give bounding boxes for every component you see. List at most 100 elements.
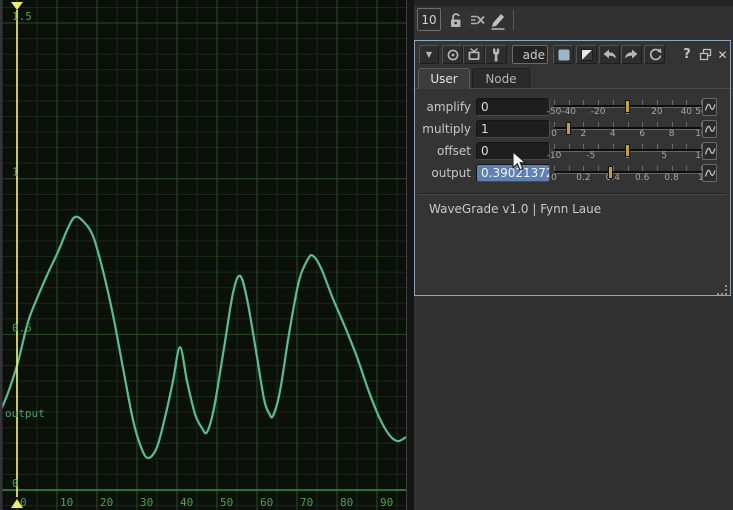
- slider-tick-label: 0.8: [664, 173, 678, 183]
- param-row-offset: offset 0 -10-50510: [415, 141, 732, 161]
- close-icon[interactable]: ✕: [715, 45, 730, 64]
- offset-slider[interactable]: -10-50510: [554, 141, 701, 161]
- svg-text:50: 50: [220, 496, 233, 509]
- slider-tick: [686, 100, 687, 105]
- node-name-field[interactable]: ade: [512, 45, 548, 64]
- revert-icon[interactable]: [644, 45, 665, 64]
- slider-tick: [657, 166, 658, 171]
- slider-tick: [554, 144, 555, 149]
- slider-tick-label: 5: [661, 151, 667, 161]
- slider-tick-label: 0: [551, 129, 557, 139]
- slider-tick: [613, 122, 614, 127]
- tab-node[interactable]: Node: [472, 68, 530, 89]
- svg-text:1.5: 1.5: [12, 10, 32, 23]
- slider-tick-label: -20: [591, 107, 606, 117]
- slider-handle[interactable]: [625, 100, 630, 113]
- slider-handle[interactable]: [566, 122, 571, 135]
- multiply-slider[interactable]: 0246810: [554, 119, 701, 139]
- svg-text:30: 30: [140, 496, 153, 509]
- param-label: output: [415, 163, 471, 183]
- slider-tick-label: 0.2: [576, 173, 590, 183]
- wrench-icon[interactable]: [485, 45, 507, 64]
- slider-tick: [686, 166, 687, 171]
- center-node-icon[interactable]: [442, 45, 463, 64]
- slider-tick-label: 40: [681, 107, 692, 117]
- slider-tick-label: 6: [639, 129, 645, 139]
- slider-tick: [657, 144, 658, 149]
- curve-editor-pane[interactable]: 00.511.50102030405060708090output: [0, 0, 407, 510]
- slider-tick: [642, 144, 643, 149]
- slider-tick: [642, 100, 643, 105]
- slider-tick: [598, 100, 599, 105]
- pane-splitter[interactable]: [407, 0, 414, 510]
- monitor-icon[interactable]: [463, 45, 485, 64]
- slider-tick: [583, 144, 584, 149]
- slider-tick-label: 4: [610, 129, 616, 139]
- slider-tick-label: 0.6: [635, 173, 649, 183]
- animation-curve-button[interactable]: [702, 120, 717, 138]
- svg-text:80: 80: [340, 496, 353, 509]
- graph-background: [0, 0, 406, 510]
- param-row-output: output 0.39021372 00.20.40.60.81: [415, 163, 732, 183]
- slider-tick: [569, 166, 570, 171]
- max-panels-field[interactable]: 10: [417, 8, 441, 31]
- param-row-amplify: amplify 0 -50-40-200204050: [415, 97, 732, 117]
- amplify-slider[interactable]: -50-40-200204050: [554, 97, 701, 117]
- redo-icon[interactable]: [621, 45, 642, 64]
- output-value-field[interactable]: 0.39021372: [476, 164, 550, 182]
- clear-panels-icon[interactable]: [468, 9, 488, 31]
- animation-curve-button[interactable]: [702, 98, 717, 116]
- svg-text:0.5: 0.5: [12, 321, 32, 334]
- slider-tick: [569, 100, 570, 105]
- curve-name-label: output: [5, 407, 45, 420]
- svg-text:20: 20: [100, 496, 113, 509]
- multiply-value-field[interactable]: 1: [476, 120, 550, 138]
- help-icon[interactable]: ?: [679, 45, 695, 64]
- slider-tick: [672, 122, 673, 127]
- tab-user[interactable]: User: [418, 68, 470, 89]
- output-slider[interactable]: 00.20.40.60.81: [554, 163, 701, 183]
- color-swatch-icon[interactable]: [553, 45, 574, 64]
- undo-icon[interactable]: [599, 45, 620, 64]
- animation-curve-button[interactable]: [702, 164, 717, 182]
- slider-tick: [686, 144, 687, 149]
- slider-handle[interactable]: [625, 144, 630, 157]
- animation-curve-button[interactable]: [702, 142, 717, 160]
- unlock-icon[interactable]: [446, 9, 466, 31]
- svg-text:90: 90: [380, 496, 393, 509]
- slider-tick: [657, 122, 658, 127]
- slider-tick: [598, 144, 599, 149]
- param-label: amplify: [415, 97, 471, 117]
- toolbar-separator: [513, 10, 514, 30]
- svg-text:1: 1: [12, 166, 19, 179]
- slider-handle[interactable]: [608, 166, 613, 179]
- properties-bin: 10: [414, 0, 733, 510]
- slider-tick: [583, 100, 584, 105]
- node-dropdown-icon[interactable]: ▼: [419, 45, 439, 64]
- properties-bin-toolbar: 10: [414, 0, 733, 40]
- nuke-window: { "properties_bin": { "max_panels": "10"…: [0, 0, 733, 510]
- slider-tick: [613, 100, 614, 105]
- amplify-value-field[interactable]: 0: [476, 98, 550, 116]
- svg-text:70: 70: [300, 496, 313, 509]
- slider-tick: [613, 144, 614, 149]
- slider-tick: [554, 166, 555, 171]
- slider-tick: [598, 122, 599, 127]
- slider-tick: [672, 166, 673, 171]
- slider-tick: [642, 122, 643, 127]
- slider-track[interactable]: [554, 127, 701, 130]
- edit-pencil-icon[interactable]: [488, 9, 508, 31]
- slider-tick-label: 2: [581, 129, 587, 139]
- float-panel-icon[interactable]: [697, 45, 713, 64]
- slider-tick: [583, 122, 584, 127]
- slider-tick: [642, 166, 643, 171]
- curve-editor-canvas[interactable]: 00.511.50102030405060708090output: [0, 0, 406, 510]
- slider-tick-label: 0: [551, 173, 557, 183]
- channel-ranges-icon[interactable]: [576, 45, 597, 64]
- slider-tick: [554, 100, 555, 105]
- slider-tick: [628, 122, 629, 127]
- svg-text:60: 60: [260, 496, 273, 509]
- panel-resize-grip[interactable]: [716, 281, 728, 293]
- offset-value-field[interactable]: 0: [476, 142, 550, 160]
- param-label: multiply: [415, 119, 471, 139]
